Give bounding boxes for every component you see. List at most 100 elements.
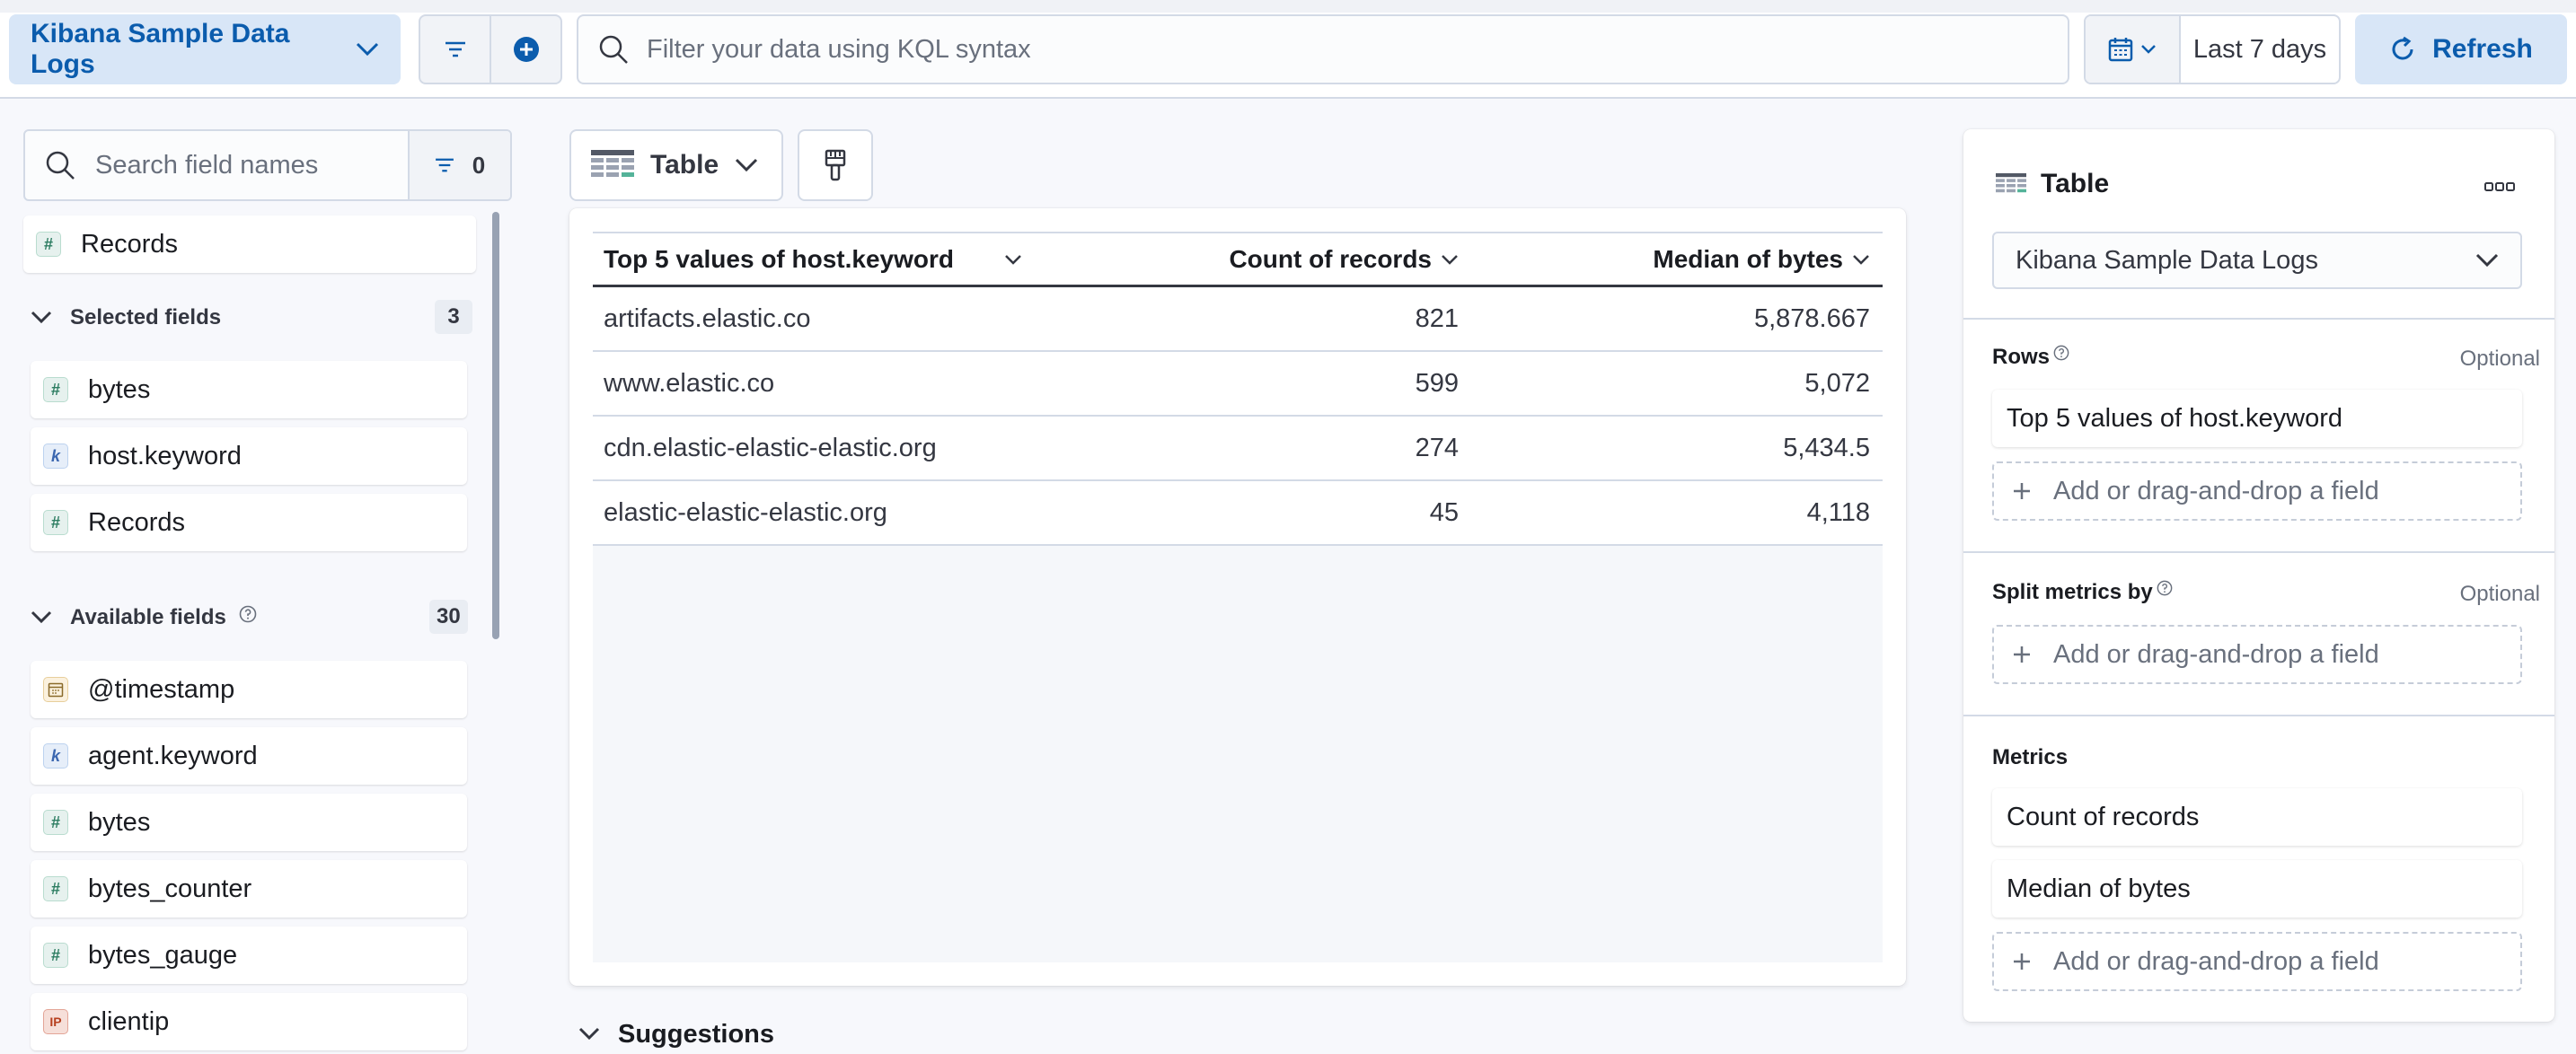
filter-icon	[445, 40, 466, 58]
add-metric-field-button[interactable]: Add or drag-and-drop a field	[1992, 932, 2522, 991]
divider	[1963, 318, 2554, 320]
date-range-label[interactable]: Last 7 days	[2181, 16, 2339, 83]
chevron-down-icon	[578, 1027, 600, 1041]
chevron-down-icon	[1852, 254, 1870, 265]
field-item-bytes-gauge[interactable]: # bytes_gauge	[31, 927, 467, 984]
table-row: elastic-elastic-elastic.org 45 4,118	[593, 481, 1883, 546]
column-header-label: Median of bytes	[1653, 244, 1843, 273]
number-field-icon: #	[43, 943, 68, 968]
kql-query-input[interactable]: Filter your data using KQL syntax	[577, 14, 2069, 84]
metric-item-median[interactable]: Median of bytes	[1992, 860, 2522, 918]
table-cell[interactable]: 821	[1035, 304, 1469, 334]
field-item-timestamp[interactable]: @timestamp	[31, 661, 467, 718]
table-icon	[1996, 172, 2026, 196]
rows-dimension-item[interactable]: Top 5 values of host.keyword	[1992, 390, 2522, 447]
table-cell[interactable]: 599	[1035, 369, 1469, 399]
quick-select-button[interactable]	[2086, 16, 2181, 83]
number-field-icon: #	[43, 876, 68, 901]
table-cell[interactable]: cdn.elastic-elastic-elastic.org	[593, 434, 1035, 463]
layer-config-panel: Table Kibana Sample Data Logs Rows Optio…	[1963, 129, 2554, 1022]
plus-icon	[2012, 952, 2032, 971]
refresh-button[interactable]: Refresh	[2355, 14, 2567, 84]
calendar-icon	[43, 677, 68, 702]
help-icon[interactable]	[2157, 580, 2173, 596]
table-cell[interactable]: 5,434.5	[1469, 434, 1883, 463]
field-item-records[interactable]: # Records	[31, 494, 467, 551]
table-cell[interactable]: www.elastic.co	[593, 369, 1035, 399]
field-item-records[interactable]: # Records	[23, 215, 476, 273]
optional-label: Optional	[2459, 582, 2540, 606]
table-header: Top 5 values of host.keyword Count of re…	[593, 232, 1883, 287]
filter-menu-button[interactable]	[420, 16, 490, 83]
dimension-label: Top 5 values of host.keyword	[2007, 403, 2342, 433]
field-item-bytes-counter[interactable]: # bytes_counter	[31, 860, 467, 918]
table-row: cdn.elastic-elastic-elastic.org 274 5,43…	[593, 417, 1883, 481]
data-view-picker[interactable]: Kibana Sample Data Logs	[9, 14, 401, 84]
table-cell[interactable]: 5,878.667	[1469, 304, 1883, 334]
split-group-label: Split metrics by	[1992, 580, 2173, 605]
add-row-field-button[interactable]: Add or drag-and-drop a field	[1992, 461, 2522, 521]
chevron-down-icon	[1004, 254, 1022, 265]
calendar-icon	[2108, 37, 2133, 62]
layer-data-view-select[interactable]: Kibana Sample Data Logs	[1992, 232, 2522, 289]
keyword-field-icon: k	[43, 444, 68, 469]
optional-label: Optional	[2459, 347, 2540, 371]
suggestions-label: Suggestions	[618, 1019, 775, 1049]
table-cell[interactable]: 45	[1035, 498, 1469, 528]
add-field-label: Add or drag-and-drop a field	[2053, 946, 2379, 976]
field-item-clientip[interactable]: IP clientip	[31, 993, 467, 1050]
data-view-label: Kibana Sample Data Logs	[31, 19, 290, 79]
suggestions-toggle[interactable]: Suggestions	[578, 1016, 774, 1052]
chart-type-label: Table	[650, 150, 719, 180]
chart-type-switcher[interactable]: Table	[569, 129, 783, 201]
sidebar-scrollbar[interactable]	[492, 212, 499, 639]
table-cell[interactable]: 5,072	[1469, 369, 1883, 399]
table-row: artifacts.elastic.co 821 5,878.667	[593, 287, 1883, 352]
field-name: bytes	[88, 374, 151, 404]
data-table: Top 5 values of host.keyword Count of re…	[593, 232, 1883, 962]
query-placeholder: Filter your data using KQL syntax	[647, 34, 1031, 64]
add-filter-button[interactable]	[490, 16, 560, 83]
available-fields-toggle[interactable]: Available fields	[31, 600, 257, 636]
field-item-bytes[interactable]: # bytes	[31, 361, 467, 418]
field-item-bytes[interactable]: # bytes	[31, 794, 467, 851]
table-cell[interactable]: elastic-elastic-elastic.org	[593, 498, 1035, 528]
layer-data-view-label: Kibana Sample Data Logs	[2016, 245, 2318, 275]
help-icon[interactable]	[2053, 345, 2069, 361]
help-icon[interactable]	[239, 605, 257, 623]
date-picker[interactable]: Last 7 days	[2084, 14, 2341, 84]
chevron-down-icon	[735, 158, 758, 172]
metric-item-count[interactable]: Count of records	[1992, 788, 2522, 846]
more-icon[interactable]	[2484, 181, 2515, 192]
table-cell[interactable]: 4,118	[1469, 498, 1883, 528]
table-icon	[591, 150, 634, 180]
metrics-group-label: Metrics	[1992, 745, 2068, 770]
visual-options-button[interactable]	[798, 129, 873, 201]
filter-icon	[435, 157, 454, 173]
field-type-filter-button[interactable]: 0	[408, 131, 510, 199]
chevron-down-icon	[2140, 44, 2157, 55]
divider	[1963, 551, 2554, 553]
plus-circle-icon	[513, 36, 540, 63]
table-cell[interactable]: 274	[1035, 434, 1469, 463]
number-field-icon: #	[36, 232, 61, 257]
chevron-down-icon	[31, 311, 52, 325]
table-cell[interactable]: artifacts.elastic.co	[593, 304, 1035, 334]
selected-fields-toggle[interactable]: Selected fields	[31, 300, 221, 336]
selected-fields-count: 3	[435, 300, 472, 334]
column-header-median[interactable]: Median of bytes	[1469, 245, 1883, 274]
field-item-agent-keyword[interactable]: k agent.keyword	[31, 727, 467, 785]
field-item-host-keyword[interactable]: k host.keyword	[31, 427, 467, 485]
field-search-input[interactable]: Search field names	[25, 131, 408, 199]
plus-icon	[2012, 481, 2032, 501]
refresh-label: Refresh	[2432, 34, 2533, 64]
split-label: Split metrics by	[1992, 580, 2153, 604]
rows-label: Rows	[1992, 345, 2051, 369]
column-header-count[interactable]: Count of records	[1035, 245, 1469, 274]
column-header-label: Count of records	[1229, 244, 1432, 273]
column-header-host[interactable]: Top 5 values of host.keyword	[593, 245, 1035, 274]
available-fields-label: Available fields	[70, 605, 226, 629]
chevron-down-icon	[356, 42, 379, 57]
ip-field-icon: IP	[43, 1009, 68, 1034]
add-split-field-button[interactable]: Add or drag-and-drop a field	[1992, 625, 2522, 684]
